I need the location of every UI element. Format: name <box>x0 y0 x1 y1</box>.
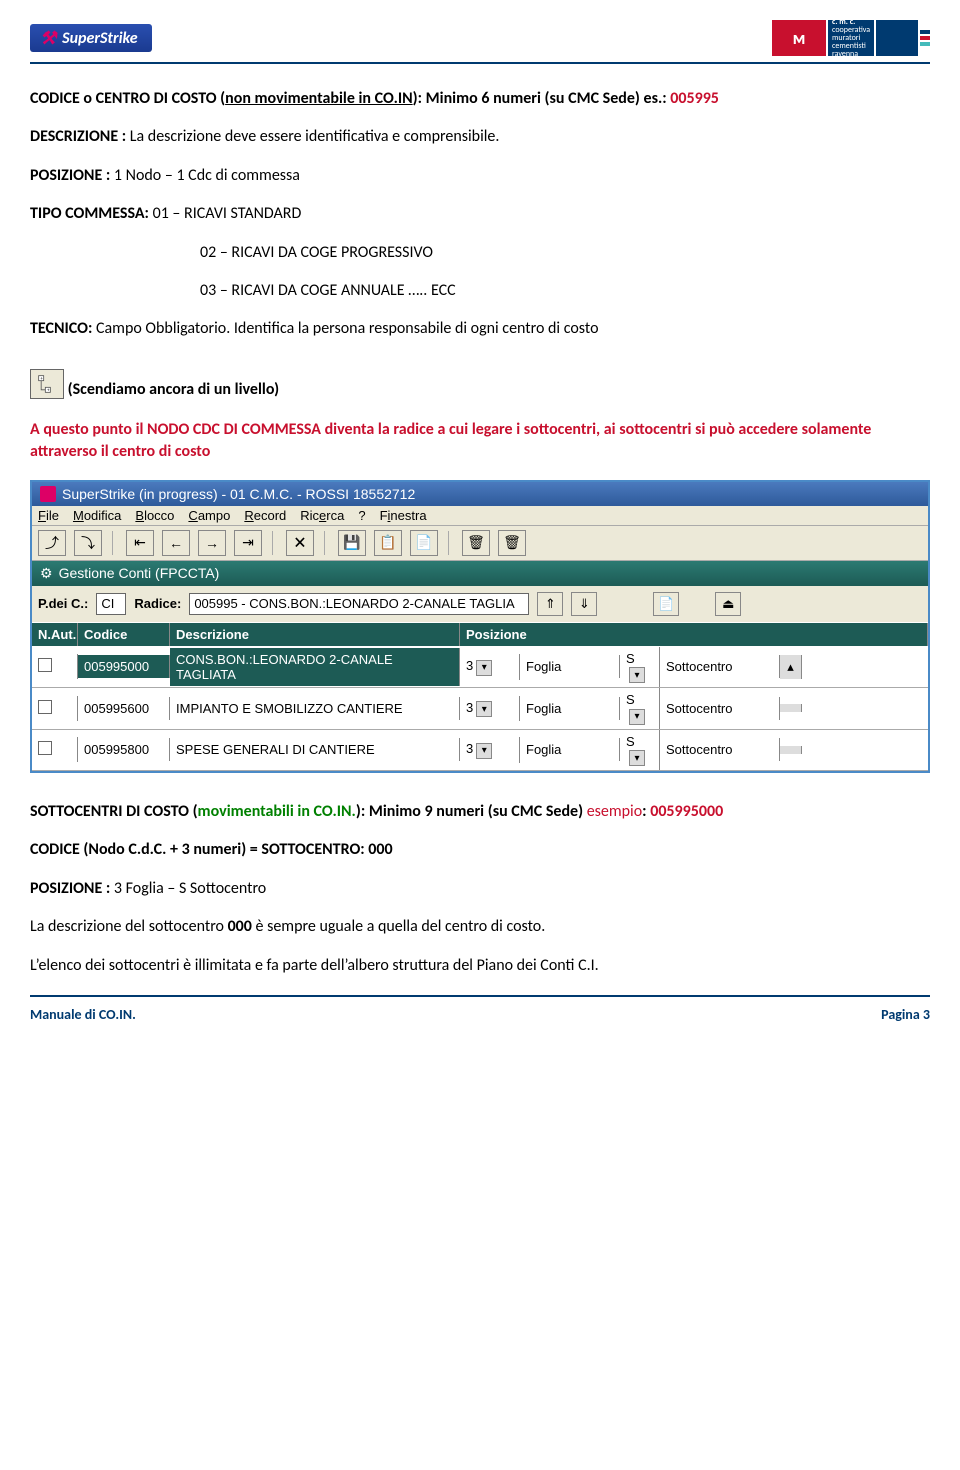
cmc-logo: ᴍ c. m. c. cooperativa muratori cementis… <box>772 20 930 56</box>
cmc-mark: ᴍ <box>772 20 826 56</box>
menu-blocco[interactable]: Blocco <box>135 508 174 523</box>
superstrike-logo: ⚒ SuperStrike <box>30 24 152 52</box>
cmc-block <box>876 20 918 56</box>
radice-label: Radice: <box>134 596 181 611</box>
posizione-line: POSIZIONE : 1 Nodo – 1 Cdc di commessa <box>30 165 930 187</box>
gestione-conti-header: ⚙ Gestione Conti (FPCCTA) <box>32 561 928 586</box>
tree-down-icon[interactable]: ⇓ <box>571 592 597 616</box>
app-window: SuperStrike (in progress) - 01 C.M.C. - … <box>30 480 930 774</box>
title-text: SuperStrike (in progress) - 01 C.M.C. - … <box>62 486 415 502</box>
checkbox[interactable] <box>38 700 52 714</box>
tipo-commessa-3: 03 – RICAVI DA COGE ANNUALE ….. ECC <box>200 280 930 302</box>
cell-desc: IMPIANTO E SMOBILIZZO CANTIERE <box>170 697 460 720</box>
col-naut: N.Aut. <box>32 623 78 646</box>
scendiamo-livello: ++ (Scendiamo ancora di un livello) <box>30 369 930 403</box>
exit-icon[interactable]: ⏏ <box>715 592 741 616</box>
col-desc: Descrizione <box>170 623 460 646</box>
sottocentri-line: SOTTOCENTRI DI COSTO (movimentabili in C… <box>30 801 930 823</box>
chevron-down-icon[interactable]: ▾ <box>476 743 492 759</box>
menubar: File Modifica Blocco Campo Record Ricerc… <box>32 506 928 526</box>
pdc-label: P.dei C.: <box>38 596 88 611</box>
tool-out-icon[interactable]: ⤵ <box>74 530 102 556</box>
nodo-cdc-paragraph: A questo punto il NODO CDC DI COMMESSA d… <box>30 419 930 464</box>
menu-ricerca[interactable]: Ricerca <box>300 508 344 523</box>
menu-finestra[interactable]: Finestra <box>380 508 427 523</box>
cell-desc: SPESE GENERALI DI CANTIERE <box>170 738 460 761</box>
codice-centro-costo: CODICE o CENTRO DI COSTO (non movimentab… <box>30 88 930 110</box>
checkbox[interactable] <box>38 658 52 672</box>
chevron-down-icon[interactable]: ▾ <box>476 660 492 676</box>
ghead-icon: ⚙ <box>40 565 53 582</box>
tool-save-icon[interactable]: 💾 <box>338 530 366 556</box>
tool-first-icon[interactable]: ⇤ <box>126 530 154 556</box>
codice-sottocentro-line: CODICE (Nodo C.d.C. + 3 numeri) = SOTTOC… <box>30 839 930 861</box>
footer-right: Pagina 3 <box>881 1006 930 1023</box>
cell-desc: CONS.BON.:LEONARDO 2-CANALE TAGLIATA <box>170 648 460 686</box>
menu-record[interactable]: Record <box>244 508 286 523</box>
elenco-sottocentri-line: L’elenco dei sottocentri è illimitata e … <box>30 955 930 977</box>
menu-campo[interactable]: Campo <box>188 508 230 523</box>
tool-last-icon[interactable]: ⇥ <box>234 530 262 556</box>
table-row[interactable]: 005995800 SPESE GENERALI DI CANTIERE 3▾ … <box>32 730 928 772</box>
col-pos: Posizione <box>460 623 928 646</box>
doc-icon[interactable]: 📄 <box>653 592 679 616</box>
footer-rule <box>30 995 930 997</box>
tool-copy-icon[interactable]: 📋 <box>374 530 402 556</box>
cell-codice: 005995600 <box>78 697 170 720</box>
tecnico-line: TECNICO: Campo Obbligatorio. Identifica … <box>30 318 930 340</box>
hammer-icon: ⚒ <box>40 27 56 49</box>
filter-row: P.dei C.: Radice: ⇑ ⇓ 📄 ⏏ <box>32 586 928 622</box>
toolbar: ⤴ ⤵ ⇤ ← → ⇥ 🗙 💾 📋 📄 🗑 🗑 <box>32 526 928 561</box>
page-footer: Manuale di CO.IN. Pagina 3 <box>30 1006 930 1023</box>
desc-sottocentro-line: La descrizione del sottocentro 000 è sem… <box>30 916 930 938</box>
checkbox[interactable] <box>38 741 52 755</box>
menu-help[interactable]: ? <box>358 508 365 523</box>
tool-copy2-icon[interactable]: 📄 <box>410 530 438 556</box>
tree-expand-icon[interactable]: ++ <box>30 369 64 399</box>
chevron-down-icon[interactable]: ▾ <box>476 701 492 717</box>
col-codice: Codice <box>78 623 170 646</box>
table-row[interactable]: 005995000 CONS.BON.:LEONARDO 2-CANALE TA… <box>32 647 928 689</box>
menu-file[interactable]: File <box>38 508 59 523</box>
radice-input[interactable] <box>189 593 529 615</box>
descrizione-line: DESCRIZIONE : La descrizione deve essere… <box>30 126 930 148</box>
menu-modifica[interactable]: Modifica <box>73 508 121 523</box>
tool-next-icon[interactable]: → <box>198 530 226 556</box>
tool-clear-icon[interactable]: 🗙 <box>286 530 314 556</box>
top-rule <box>30 62 930 64</box>
page-header: ⚒ SuperStrike ᴍ c. m. c. cooperativa mur… <box>30 20 930 56</box>
column-headers: N.Aut. Codice Descrizione Posizione <box>32 622 928 647</box>
pdc-input[interactable] <box>96 593 126 615</box>
cell-codice: 005995800 <box>78 738 170 761</box>
chevron-down-icon[interactable]: ▾ <box>629 750 645 766</box>
tool-prev-icon[interactable]: ← <box>162 530 190 556</box>
logo-text: SuperStrike <box>62 29 137 48</box>
tool-in-icon[interactable]: ⤴ <box>38 530 66 556</box>
cmc-bars-icon <box>920 20 930 56</box>
chevron-down-icon[interactable]: ▾ <box>629 709 645 725</box>
tool-delete2-icon[interactable]: 🗑 <box>498 530 526 556</box>
table-row[interactable]: 005995600 IMPIANTO E SMOBILIZZO CANTIERE… <box>32 688 928 730</box>
scroll-up-icon[interactable]: ▴ <box>780 655 802 679</box>
footer-left: Manuale di CO.IN. <box>30 1006 136 1023</box>
tipo-commessa-2: 02 – RICAVI DA COGE PROGRESSIVO <box>200 242 930 264</box>
tree-up-icon[interactable]: ⇑ <box>537 592 563 616</box>
app-icon <box>40 486 56 502</box>
tool-delete-icon[interactable]: 🗑 <box>462 530 490 556</box>
cell-codice: 005995000 <box>78 655 170 678</box>
chevron-down-icon[interactable]: ▾ <box>629 667 645 683</box>
posizione-2-line: POSIZIONE : 3 Foglia – S Sottocentro <box>30 878 930 900</box>
titlebar: SuperStrike (in progress) - 01 C.M.C. - … <box>32 482 928 506</box>
tipo-commessa-line: TIPO COMMESSA: 01 – RICAVI STANDARD <box>30 203 930 225</box>
cmc-label: c. m. c. cooperativa muratori cementisti… <box>828 20 874 56</box>
